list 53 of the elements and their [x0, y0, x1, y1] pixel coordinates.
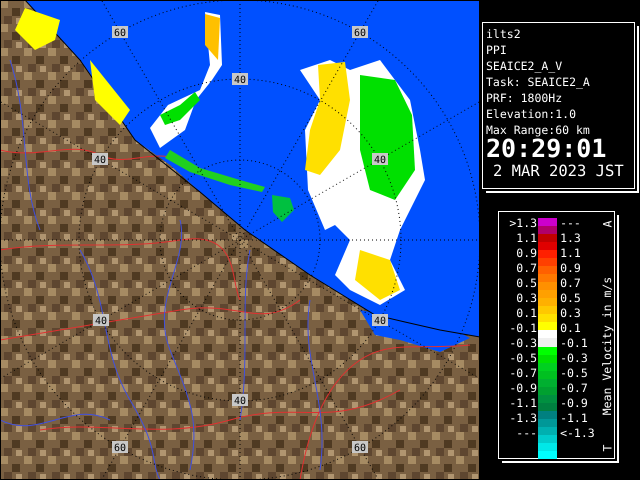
legend-label: 1.1	[560, 246, 581, 261]
legend-label: >1.3	[509, 216, 538, 231]
date-text: 2 MAR 2023 JST	[493, 162, 625, 180]
info-text: Task: SEAICE2_A	[486, 74, 591, 90]
legend-label: -0.7	[560, 381, 588, 396]
legend-label: 0.7	[516, 261, 538, 276]
info-text: Elevation:1.0	[486, 106, 578, 122]
info-text: SEAICE2_A_V	[486, 58, 564, 74]
legend-label: 0.9	[516, 246, 538, 261]
legend-mark: T	[600, 444, 614, 452]
legend-label: <-1.3	[560, 426, 595, 441]
legend-label: -0.3	[509, 336, 538, 351]
info-text: Max Range:60 km	[486, 122, 591, 138]
legend-label: 0.5	[516, 276, 538, 291]
range-label: 40	[92, 153, 108, 166]
range-label: 60	[352, 441, 368, 454]
legend-label: 0.1	[560, 321, 581, 336]
legend-label: 0.3	[560, 306, 581, 321]
range-label: 40	[93, 314, 109, 327]
legend-label: ---	[516, 426, 538, 441]
legend-label: 0.1	[516, 306, 538, 321]
legend-label: -0.7	[509, 366, 538, 381]
legend-label: 0.3	[516, 291, 538, 306]
info-text: PPI	[486, 42, 508, 58]
legend-label: 1.3	[560, 231, 581, 246]
range-label: 40	[372, 314, 388, 327]
legend-label: 1.1	[516, 231, 538, 246]
legend-label: 0.9	[560, 261, 581, 276]
legend-label: ---	[560, 216, 581, 231]
time-text: 20:29:01	[486, 136, 608, 162]
legend-title: Mean Velocity in m/s	[600, 276, 614, 416]
range-label: 60	[352, 26, 368, 39]
legend-mark: A	[600, 220, 614, 228]
info-text: ilts2	[486, 26, 522, 42]
legend-label: -0.3	[560, 351, 588, 366]
info-text: PRF: 1800Hz	[486, 90, 564, 106]
legend-label: -0.1	[509, 321, 538, 336]
range-label: 60	[112, 26, 128, 39]
legend-label: -1.1	[560, 411, 588, 426]
legend-label: -0.9	[509, 381, 538, 396]
range-label: 40	[232, 73, 248, 86]
legend-label: -0.1	[560, 336, 588, 351]
range-label: 40	[232, 394, 248, 407]
legend-label: 0.7	[560, 276, 581, 291]
legend-label: -1.1	[509, 396, 538, 411]
range-label: 60	[112, 441, 128, 454]
legend-label: -0.9	[560, 396, 588, 411]
legend-label: -0.5	[509, 351, 538, 366]
radar-echo	[272, 195, 294, 222]
legend-label: -0.5	[560, 366, 588, 381]
legend-label: -1.3	[509, 411, 538, 426]
range-label: 40	[372, 153, 388, 166]
legend-label: 0.5	[560, 291, 581, 306]
